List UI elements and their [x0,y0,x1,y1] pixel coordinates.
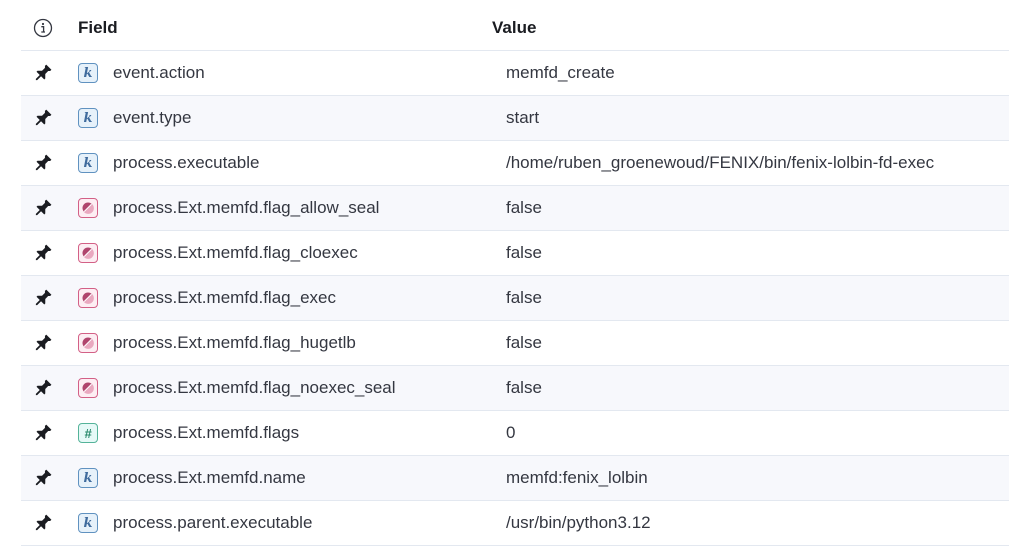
field-value: 0 [506,423,516,442]
keyword-type-icon: k [78,63,98,83]
field-value: false [506,243,542,262]
table-row: process.Ext.memfd.flag_cloexec false [21,231,1009,276]
table-row: k process.parent.executable/usr/bin/pytho… [21,501,1009,546]
table-row: process.Ext.memfd.flag_hugetlb false [21,321,1009,366]
table-row: k process.Ext.memfd.name memfd:fenix_lolbi… [21,456,1009,501]
field-value: memfd_create [506,63,615,82]
pin-icon[interactable] [21,287,64,309]
fields-table: Field Value k event.action memfd_create k ev… [21,5,1009,551]
pin-icon[interactable] [21,512,64,534]
field-value: memfd:fenix_lolbin [506,468,648,487]
boolean-type-icon [78,243,98,263]
pin-icon[interactable] [21,152,64,174]
boolean-type-icon [78,288,98,308]
keyword-type-icon: k [78,153,98,173]
pin-icon[interactable] [21,107,64,129]
field-name: process.Ext.memfd.flag_hugetlb [113,333,356,352]
field-value: false [506,288,542,307]
field-name: process.Ext.memfd.flag_noexec_seal [113,378,396,397]
field-name: process.Ext.memfd.flag_exec [113,288,336,307]
table-row: process.Ext.memfd.flag_allow_seal false [21,186,1009,231]
field-name: process.Ext.memfd.flag_allow_seal [113,198,380,217]
field-name: event.action [113,63,205,82]
table-row: process.Ext.memfd.flag_exec false [21,276,1009,321]
table-row: k event.type start [21,96,1009,141]
table-header: Field Value [21,5,1009,51]
field-name: event.type [113,108,192,127]
boolean-type-icon [78,198,98,218]
boolean-type-icon [78,378,98,398]
table-row: k event.action memfd_create [21,51,1009,96]
pin-icon[interactable] [21,377,64,399]
keyword-type-icon: k [78,468,98,488]
number-type-icon: # [78,423,98,443]
field-name: process.Ext.memfd.name [113,468,306,487]
field-value: false [506,333,542,352]
table-body: k event.action memfd_create k event.type star… [21,51,1009,546]
table-row: k process.executable/home/ruben_groenewou… [21,141,1009,186]
pin-icon[interactable] [21,197,64,219]
boolean-type-icon [78,333,98,353]
field-name: process.executable [113,153,260,172]
pin-icon[interactable] [21,242,64,264]
field-name: process.Ext.memfd.flags [113,423,300,442]
field-value: /home/ruben_groenewoud/FENIX/bin/fenix-l… [506,153,935,172]
pin-icon[interactable] [21,62,64,84]
keyword-type-icon: k [78,108,98,128]
pin-icon[interactable] [21,422,64,444]
pin-icon[interactable] [21,332,64,354]
field-column-header[interactable]: Field [64,18,492,38]
keyword-type-icon: k [78,513,98,533]
field-name: process.parent.executable [113,513,313,532]
table-row: # process.Ext.memfd.flags 0 [21,411,1009,456]
field-value: false [506,378,542,397]
table-row: process.Ext.memfd.flag_noexec_seal false [21,366,1009,411]
pin-icon[interactable] [21,467,64,489]
value-column-header[interactable]: Value [492,18,536,38]
field-value: /usr/bin/python3.12 [506,513,651,532]
field-value: false [506,198,542,217]
info-icon[interactable] [21,18,64,38]
field-name: process.Ext.memfd.flag_cloexec [113,243,358,262]
field-value: start [506,108,540,127]
